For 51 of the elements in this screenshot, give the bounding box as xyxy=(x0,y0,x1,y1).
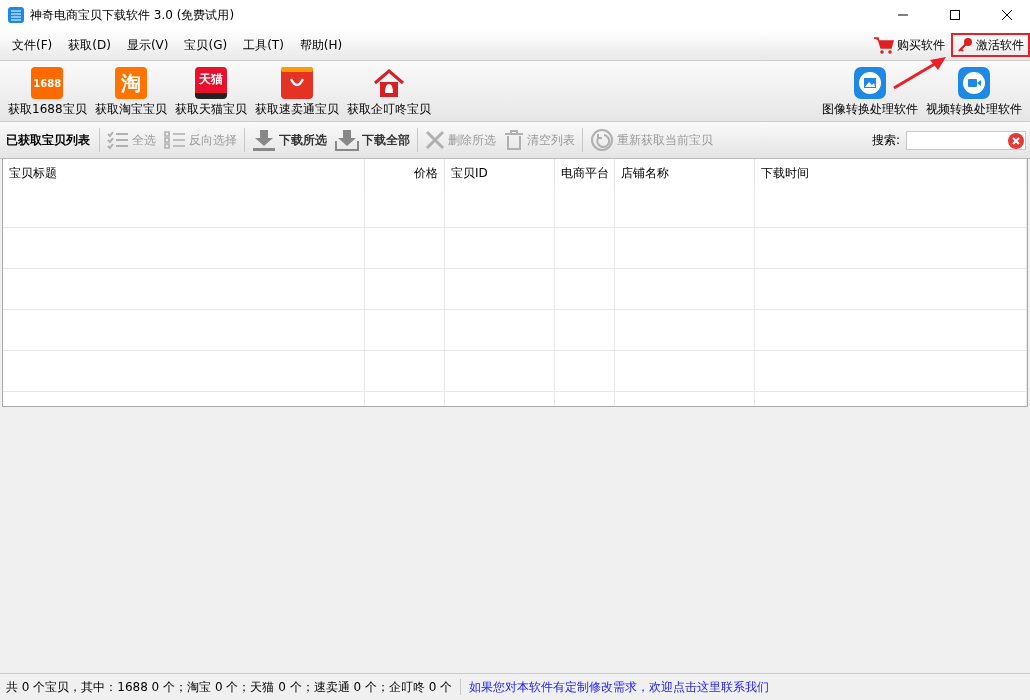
key-icon xyxy=(957,37,973,53)
menu-item[interactable]: 工具(T) xyxy=(235,36,292,54)
window-title: 神奇电商宝贝下载软件 3.0 (免费试用) xyxy=(30,6,236,24)
toolbar-button[interactable]: 下载所选 xyxy=(248,129,331,151)
toolbar-button[interactable]: 获取企叮咚宝贝 xyxy=(342,67,435,118)
column-header[interactable]: 电商平台 xyxy=(555,159,615,187)
toolbar-button[interactable]: 1688 获取1688宝贝 xyxy=(4,67,91,118)
app-icon xyxy=(8,7,24,23)
1688-logo-icon: 1688 xyxy=(31,67,64,99)
house-bell-icon xyxy=(372,67,405,99)
buy-software-button[interactable]: 购买软件 xyxy=(868,33,951,57)
clear-icon[interactable] xyxy=(1008,132,1024,149)
column-header[interactable]: 店铺名称 xyxy=(615,159,755,187)
picture-icon xyxy=(854,67,886,99)
menu-item[interactable]: 显示(V) xyxy=(118,36,177,54)
refresh-circle-icon xyxy=(590,128,614,152)
contact-link[interactable]: 如果您对本软件有定制修改需求，欢迎点击这里联系我们 xyxy=(469,678,770,696)
tmall-logo-icon: 天猫 xyxy=(194,67,227,99)
status-summary: 共 0 个宝贝，其中：1688 0 个；淘宝 0 个；天猫 0 个；速卖通 0 个；企叮咚 0 个 xyxy=(6,678,453,696)
annotation-arrow xyxy=(892,56,948,90)
toolbar-button[interactable]: 下载全部 xyxy=(331,129,414,151)
checklist-icon xyxy=(107,130,129,150)
toolbar-button[interactable]: 视频转换处理软件 xyxy=(922,67,1026,118)
menu-item[interactable]: 文件(F) xyxy=(4,36,61,54)
toolbar-button[interactable]: 图像转换处理软件 xyxy=(818,67,922,118)
column-header[interactable]: 宝贝标题 xyxy=(3,159,365,187)
cross-icon xyxy=(425,130,445,150)
download-icon xyxy=(252,129,276,151)
taobao-logo-icon: 淘 xyxy=(114,67,147,99)
column-header[interactable]: 宝贝ID xyxy=(445,159,555,187)
video-camera-icon xyxy=(958,67,990,99)
toolbar-button[interactable]: 天猫 获取天猫宝贝 xyxy=(170,67,251,118)
list-title: 已获取宝贝列表 xyxy=(6,131,91,149)
search-field[interactable] xyxy=(906,130,1026,150)
activate-software-button[interactable]: 激活软件 xyxy=(951,33,1030,57)
toolbar-button[interactable]: 淘 获取淘宝宝贝 xyxy=(90,67,171,118)
menu-item[interactable]: 获取(D) xyxy=(60,36,119,54)
menu-item[interactable]: 帮助(H) xyxy=(291,36,351,54)
column-header[interactable]: 下载时间 xyxy=(755,159,1027,187)
maximize-icon xyxy=(950,10,960,20)
download-tray-icon xyxy=(335,129,359,151)
search-label: 搜索: xyxy=(871,131,900,149)
column-header[interactable]: 价格 xyxy=(365,159,445,187)
cart-icon xyxy=(874,36,894,54)
trash-icon xyxy=(504,130,524,150)
list-icon xyxy=(164,130,186,150)
smile-logo-icon xyxy=(280,67,313,99)
toolbar-button[interactable]: 获取速卖通宝贝 xyxy=(250,67,343,118)
close-icon xyxy=(1002,10,1012,20)
menu-item[interactable]: 宝贝(G) xyxy=(176,36,236,54)
table-cell xyxy=(555,187,615,228)
